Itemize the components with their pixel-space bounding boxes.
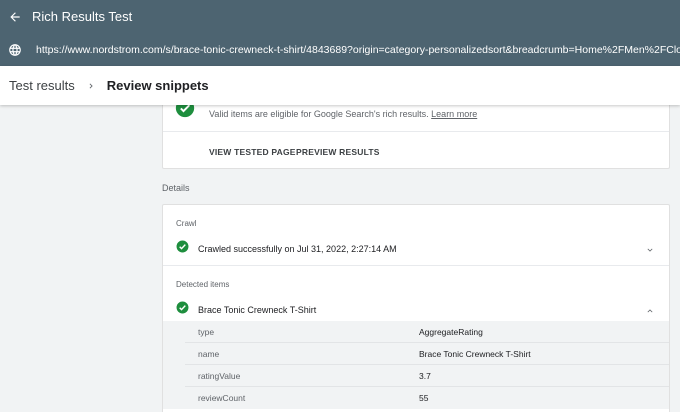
property-key: ratingValue xyxy=(198,370,241,381)
detected-item-name: Brace Tonic Crewneck T-Shirt xyxy=(198,305,317,315)
preview-results-button[interactable]: PREVIEW RESULTS xyxy=(296,147,380,157)
chevron-up-icon[interactable] xyxy=(645,303,655,321)
back-arrow-icon[interactable] xyxy=(0,0,30,33)
table-row: reviewCount 55 xyxy=(185,387,669,409)
breadcrumb-review-snippets: Review snippets xyxy=(106,78,209,93)
check-circle-icon xyxy=(176,240,189,258)
breadcrumb: Test results Review snippets xyxy=(0,66,680,105)
property-value: 3.7 xyxy=(419,370,431,381)
learn-more-link[interactable]: Learn more xyxy=(431,109,477,119)
globe-icon xyxy=(0,33,30,66)
table-row: ratingValue 3.7 xyxy=(185,365,669,387)
url-bar: https://www.nordstrom.com/s/brace-tonic-… xyxy=(0,33,680,66)
view-tested-page-button[interactable]: VIEW TESTED PAGE xyxy=(209,147,296,157)
breadcrumb-test-results[interactable]: Test results xyxy=(9,78,75,93)
divider xyxy=(163,131,669,132)
valid-items-text: Valid items are eligible for Google Sear… xyxy=(209,109,429,119)
app-title: Rich Results Test xyxy=(32,9,133,24)
detected-item-row[interactable]: Brace Tonic Crewneck T-Shirt xyxy=(176,301,316,319)
check-circle-icon xyxy=(176,301,189,319)
crawl-status-row[interactable]: Crawled successfully on Jul 31, 2022, 2:… xyxy=(176,240,397,258)
property-value: Brace Tonic Crewneck T-Shirt xyxy=(419,348,531,359)
detected-items-label: Detected items xyxy=(176,280,230,289)
item-properties: type AggregateRating name Brace Tonic Cr… xyxy=(163,321,669,409)
chevron-right-icon xyxy=(86,81,96,91)
table-row: name Brace Tonic Crewneck T-Shirt xyxy=(185,343,669,365)
table-row: type AggregateRating xyxy=(185,321,669,343)
chevron-down-icon[interactable] xyxy=(645,242,655,260)
crawl-label: Crawl xyxy=(176,219,197,228)
property-key: type xyxy=(198,326,215,337)
tested-url[interactable]: https://www.nordstrom.com/s/brace-tonic-… xyxy=(36,44,680,56)
property-value: AggregateRating xyxy=(419,326,483,337)
crawl-status-text: Crawled successfully on Jul 31, 2022, 2:… xyxy=(198,244,397,254)
property-key: name xyxy=(198,348,220,359)
details-heading: Details xyxy=(162,183,190,193)
summary-card: Valid items are eligible for Google Sear… xyxy=(162,96,670,169)
details-card: Crawl Crawled successfully on Jul 31, 20… xyxy=(162,204,670,412)
valid-items-message: Valid items are eligible for Google Sear… xyxy=(209,109,477,119)
property-value: 55 xyxy=(419,393,429,403)
divider xyxy=(163,265,669,266)
property-key: reviewCount xyxy=(198,393,246,403)
app-header: Rich Results Test xyxy=(0,0,680,33)
